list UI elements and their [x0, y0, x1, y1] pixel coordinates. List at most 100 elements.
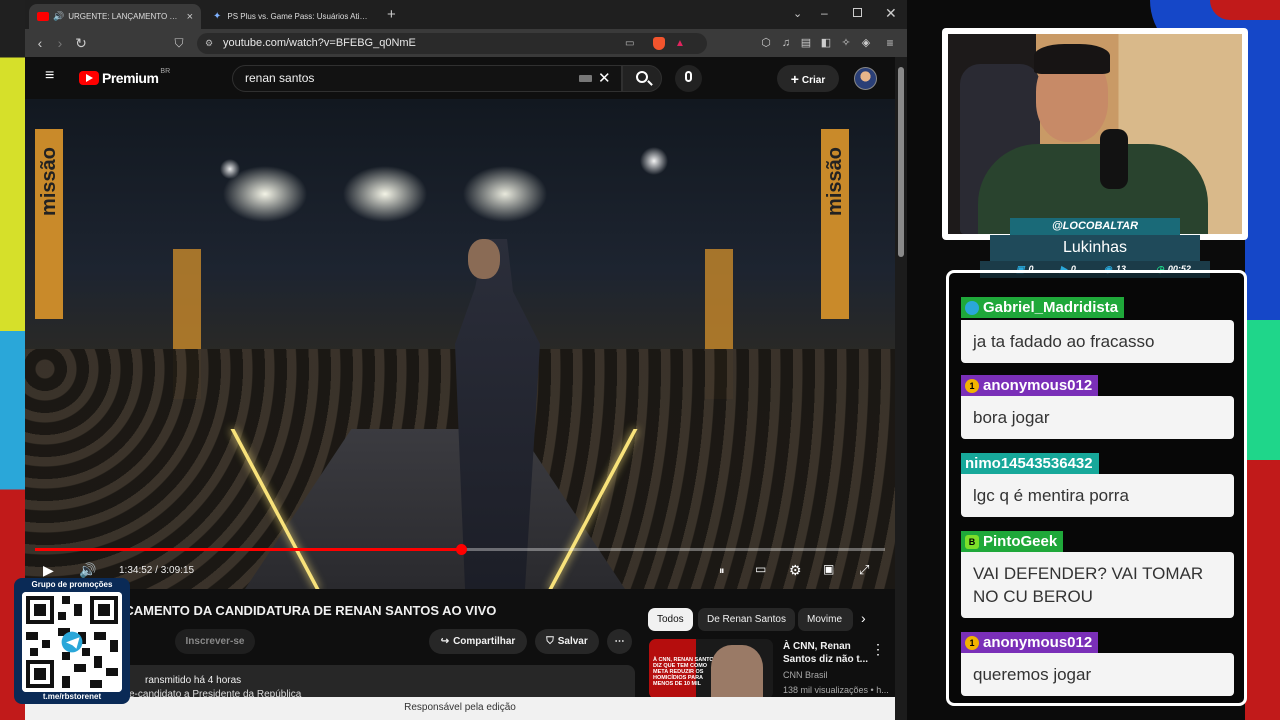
subscribe-button[interactable]: Inscrever-se: [175, 629, 255, 654]
chip-movement[interactable]: Movime: [798, 608, 853, 631]
video-player[interactable]: missão missão ▶ 🔊 1:34:52 / 3:09:15 ⏸ ▭ …: [25, 99, 895, 589]
chat-badge-icon: [965, 300, 979, 315]
save-button[interactable]: ⛉ Salvar: [535, 629, 599, 654]
tab-youtube[interactable]: 🔊 URGENTE: LANÇAMENTO DA CANI ×: [29, 4, 201, 29]
bookmark-icon[interactable]: ⛉: [170, 34, 188, 52]
chat-text: bora jogar: [961, 396, 1234, 439]
maximize-icon[interactable]: [853, 8, 862, 17]
create-button[interactable]: + Criar: [777, 65, 839, 92]
extensions-icon[interactable]: ⬡: [757, 34, 775, 52]
chat-text: VAI DEFENDER? VAI TOMAR NO CU BEROU: [961, 552, 1234, 618]
fullscreen-icon[interactable]: ⤢: [859, 562, 869, 578]
streamer-name: Lukinhas: [990, 235, 1200, 261]
scrollbar[interactable]: [895, 57, 907, 720]
microphone-icon: [685, 71, 692, 82]
back-icon[interactable]: ‹: [31, 34, 49, 52]
share-button[interactable]: ↪ Compartilhar: [429, 629, 527, 654]
recommendation-views: 138 mil visualizações • h...: [783, 685, 889, 695]
stream-date: ransmitido há 4 horas: [145, 675, 242, 686]
brave-shield-icon[interactable]: [653, 37, 665, 50]
cast-icon[interactable]: ▭: [625, 33, 634, 54]
chevron-right-icon[interactable]: ›: [861, 610, 866, 626]
chat-message: 1 anonymous012 queremos jogar: [961, 632, 1234, 696]
audio-icon[interactable]: 🔊: [53, 11, 64, 22]
scrollbar-thumb[interactable]: [898, 67, 904, 257]
share-icon: ↪: [440, 636, 450, 647]
clear-search-icon[interactable]: ✕: [598, 66, 611, 91]
logo-text: Premium: [102, 70, 159, 86]
voice-search-button[interactable]: [675, 65, 702, 92]
stage-banner: missão: [821, 129, 849, 319]
close-window-icon[interactable]: ✕: [885, 5, 897, 22]
recommendation-thumbnail[interactable]: À CNN, RENAN SANTOS DIZ QUE TEM COMO MET…: [649, 639, 773, 699]
forward-icon[interactable]: ›: [51, 34, 69, 52]
youtube-logo[interactable]: Premium BR: [79, 67, 171, 86]
minimize-icon[interactable]: –: [821, 6, 828, 20]
hamburger-icon[interactable]: ≡: [45, 67, 54, 85]
kebab-menu-icon[interactable]: ⋮: [871, 641, 885, 658]
more-actions-button[interactable]: ⋯: [607, 629, 632, 654]
share-label: Compartilhar: [453, 636, 516, 647]
chat-text: ja ta fadado ao fracasso: [961, 319, 1234, 363]
progress-bar[interactable]: [35, 544, 885, 555]
address-field[interactable]: ⚙ youtube.com/watch?v=BFEBG_q0NmE ▭ ▲: [197, 33, 707, 54]
save-label: Salvar: [557, 636, 588, 647]
site-info-icon[interactable]: ⚙: [205, 33, 213, 54]
chip-channel[interactable]: De Renan Santos: [698, 608, 795, 631]
account-avatar[interactable]: [854, 67, 877, 90]
leo-ai-icon[interactable]: ✧: [837, 34, 855, 52]
settings-icon[interactable]: ⚙: [789, 562, 802, 579]
qr-code: [22, 592, 122, 692]
edit-credit-bar: Responsável pela edição: [25, 697, 895, 720]
chat-text: queremos jogar: [961, 653, 1234, 696]
vpn-icon[interactable]: ◈: [857, 34, 875, 52]
chat-panel: Gabriel_Madridista ja ta fadado ao fraca…: [946, 270, 1247, 706]
save-icon: ⛉: [546, 636, 554, 647]
chat-badge-icon: 1: [965, 635, 979, 650]
autoplay-toggle-icon[interactable]: ⏸: [719, 565, 725, 578]
close-tab-icon[interactable]: ×: [187, 11, 193, 23]
chat-message: nimo14543536432 lgc q é mentira porra: [961, 453, 1234, 517]
progress-fill: [35, 548, 461, 551]
time-display: 1:34:52 / 3:09:15: [119, 565, 195, 576]
webcam-feed: [948, 34, 1242, 234]
streamer-handle: @LOCOBALTAR: [1010, 218, 1180, 235]
recommendation-title[interactable]: À CNN, Renan Santos diz não t...: [783, 640, 869, 666]
tab-title: URGENTE: LANÇAMENTO DA CANI: [68, 12, 181, 21]
sidebar-icon[interactable]: ◧: [817, 34, 835, 52]
create-label: Criar: [801, 75, 826, 86]
search-button[interactable]: [622, 65, 662, 92]
thumbnail-face: [711, 645, 763, 699]
tab-search-icon[interactable]: ⌄: [793, 7, 802, 20]
menu-icon[interactable]: ≡: [881, 34, 899, 52]
search-input[interactable]: renan santos ✕: [232, 65, 622, 92]
new-tab-icon[interactable]: +: [387, 6, 396, 23]
chip-all[interactable]: Todos: [648, 608, 693, 631]
tab-gemini[interactable]: ✦ PS Plus vs. Game Pass: Usuários Ativos…: [205, 4, 377, 29]
username-text: Gabriel_Madridista: [983, 299, 1119, 316]
keyboard-icon[interactable]: [579, 75, 592, 82]
reading-list-icon[interactable]: ▤: [797, 34, 815, 52]
logo-region: BR: [160, 67, 171, 75]
theater-mode-icon[interactable]: ▣: [823, 562, 834, 576]
username-text: nimo14543536432: [965, 455, 1093, 472]
subtitles-icon[interactable]: ▭: [755, 562, 766, 576]
rewards-icon[interactable]: ▲: [675, 33, 685, 54]
chat-badge-icon: 1: [965, 378, 979, 393]
scrubber-handle[interactable]: [455, 544, 467, 555]
reload-icon[interactable]: ↻: [72, 34, 90, 52]
volume-icon[interactable]: 🔊: [79, 562, 96, 579]
play-icon[interactable]: ▶: [43, 562, 54, 579]
stage-banner: missão: [35, 129, 63, 319]
youtube-header: ≡ Premium BR renan santos ✕ + Criar: [25, 57, 895, 99]
recommendation-channel[interactable]: CNN Brasil: [783, 670, 828, 680]
promo-qr-panel: Grupo de promoções t.me/rbstorenet: [14, 578, 130, 704]
chat-message: Gabriel_Madridista ja ta fadado ao fraca…: [961, 297, 1234, 363]
chat-username: 1 anonymous012: [961, 375, 1099, 396]
promo-title: Grupo de promoções: [31, 580, 113, 589]
webcam-frame: [942, 28, 1248, 240]
streamer-hair: [1034, 44, 1110, 74]
chat-message: B PintoGeek VAI DEFENDER? VAI TOMAR NO CU…: [961, 531, 1234, 618]
media-icon[interactable]: ♫: [777, 34, 795, 52]
username-text: PintoGeek: [983, 533, 1058, 550]
